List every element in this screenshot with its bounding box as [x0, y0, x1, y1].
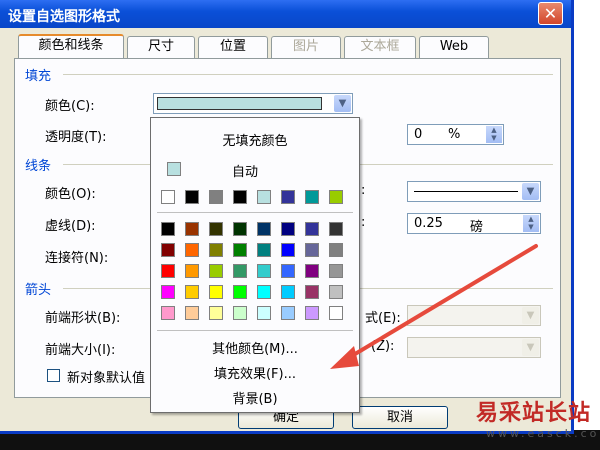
watermark-title: 易采站长站	[476, 400, 592, 426]
annotation-arrow-shaft	[343, 244, 538, 362]
annotation-arrow	[330, 244, 538, 369]
annotation-arrow-head	[330, 346, 359, 369]
watermark: 易采站长站 www.easck.com	[472, 395, 600, 450]
watermark-url: www.easck.com	[486, 427, 600, 440]
